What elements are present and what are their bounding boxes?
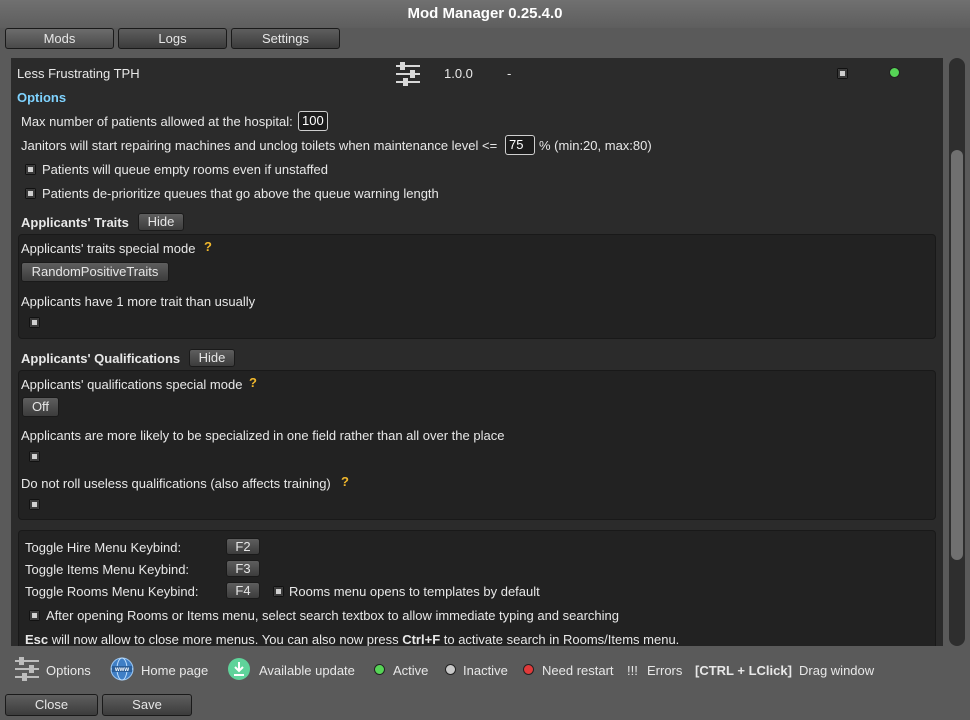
janitor-level-input[interactable]: 75 (505, 135, 535, 155)
janitor-range-hint: % (min:20, max:80) (539, 138, 652, 153)
qualifications-heading: Applicants' Qualifications (21, 351, 181, 366)
errors-mark: !!! (627, 663, 638, 678)
deprioritize-label: Patients de-prioritize queues that go ab… (42, 186, 439, 201)
download-icon (227, 657, 251, 684)
vertical-scrollbar[interactable] (949, 58, 965, 646)
items-keybind-button[interactable]: F3 (226, 560, 260, 577)
save-button[interactable]: Save (102, 694, 192, 716)
globe-www-text: www (114, 667, 129, 673)
hire-keybind-label: Toggle Hire Menu Keybind: (25, 540, 182, 555)
options-sliders-icon (14, 657, 40, 684)
globe-icon: www (110, 657, 134, 684)
rooms-keybind-label: Toggle Rooms Menu Keybind: (25, 584, 199, 599)
more-trait-label: Applicants have 1 more trait than usuall… (21, 294, 256, 309)
mod-status-dot (889, 67, 900, 78)
rooms-templates-checkbox[interactable] (273, 586, 284, 597)
traits-panel: Applicants' traits special mode ? Random… (18, 234, 936, 339)
queue-empty-rooms-checkbox[interactable] (25, 164, 36, 175)
tab-mods[interactable]: Mods (5, 28, 114, 49)
close-button[interactable]: Close (5, 694, 98, 716)
mod-name: Less Frustrating TPH (17, 66, 140, 81)
traits-heading: Applicants' Traits (21, 215, 129, 230)
drag-keys: [CTRL + LClick] (695, 663, 792, 678)
esc-key-text: Esc (25, 632, 49, 646)
rooms-keybind-button[interactable]: F4 (226, 582, 260, 599)
items-keybind-label: Toggle Items Menu Keybind: (25, 562, 190, 577)
queue-empty-rooms-label: Patients will queue empty rooms even if … (42, 162, 328, 177)
search-textbox-label: After opening Rooms or Items menu, selec… (46, 608, 620, 623)
legend-update: Available update (259, 663, 355, 678)
keybinds-panel: Toggle Hire Menu Keybind: F2 Toggle Item… (18, 530, 936, 646)
esc-note-text: will now allow to close more menus. You … (48, 632, 403, 646)
deprioritize-checkbox[interactable] (25, 188, 36, 199)
restart-dot-icon (523, 664, 534, 675)
janitor-label: Janitors will start repairing machines a… (21, 138, 498, 153)
legend-homepage: Home page (141, 663, 209, 678)
search-textbox-checkbox[interactable] (29, 610, 40, 621)
esc-note: Esc will now allow to close more menus. … (25, 632, 679, 646)
mod-enabled-checkbox[interactable] (837, 68, 848, 79)
specialized-checkbox[interactable] (29, 451, 40, 462)
traits-hide-button[interactable]: Hide (138, 213, 184, 231)
qualifications-mode-button[interactable]: Off (22, 397, 59, 417)
traits-mode-button[interactable]: RandomPositiveTraits (21, 262, 169, 282)
tab-logs[interactable]: Logs (118, 28, 227, 49)
legend-errors: Errors (647, 663, 683, 678)
no-useless-help-icon[interactable]: ? (341, 474, 349, 489)
traits-help-icon[interactable]: ? (204, 239, 212, 254)
mod-list-panel[interactable]: Less Frustrating TPH 1.0.0 - Options Max… (11, 58, 943, 646)
no-useless-label: Do not roll useless qualifications (also… (21, 476, 331, 491)
legend-drag: Drag window (799, 663, 875, 678)
more-trait-checkbox[interactable] (29, 317, 40, 328)
qualifications-hide-button[interactable]: Hide (189, 349, 235, 367)
hire-keybind-button[interactable]: F2 (226, 538, 260, 555)
options-heading: Options (17, 90, 67, 105)
inactive-dot-icon (445, 664, 456, 675)
qualifications-panel: Applicants' qualifications special mode … (18, 370, 936, 520)
legend-bar: Options www Home page Available update A… (0, 648, 970, 692)
legend-inactive: Inactive (463, 663, 508, 678)
active-dot-icon (374, 664, 385, 675)
max-patients-input[interactable]: 100 (298, 111, 328, 131)
traits-mode-label: Applicants' traits special mode (21, 241, 196, 256)
legend-options: Options (46, 663, 91, 678)
legend-active: Active (393, 663, 429, 678)
legend-restart: Need restart (542, 663, 614, 678)
qualifications-help-icon[interactable]: ? (249, 375, 257, 390)
mod-version: 1.0.0 (444, 66, 473, 81)
sliders-icon[interactable] (395, 62, 421, 89)
ctrlf-note-text: to activate search in Rooms/Items menu. (440, 632, 680, 646)
tab-settings[interactable]: Settings (231, 28, 340, 49)
qualifications-mode-label: Applicants' qualifications special mode (21, 377, 243, 392)
specialized-label: Applicants are more likely to be special… (21, 428, 505, 443)
scrollbar-thumb[interactable] (951, 150, 963, 560)
max-patients-label: Max number of patients allowed at the ho… (21, 114, 293, 129)
window-title[interactable]: Mod Manager 0.25.4.0 (0, 0, 970, 28)
mod-extra: - (507, 66, 512, 81)
ctrlf-key-text: Ctrl+F (402, 632, 441, 646)
no-useless-checkbox[interactable] (29, 499, 40, 510)
rooms-templates-label: Rooms menu opens to templates by default (289, 584, 540, 599)
